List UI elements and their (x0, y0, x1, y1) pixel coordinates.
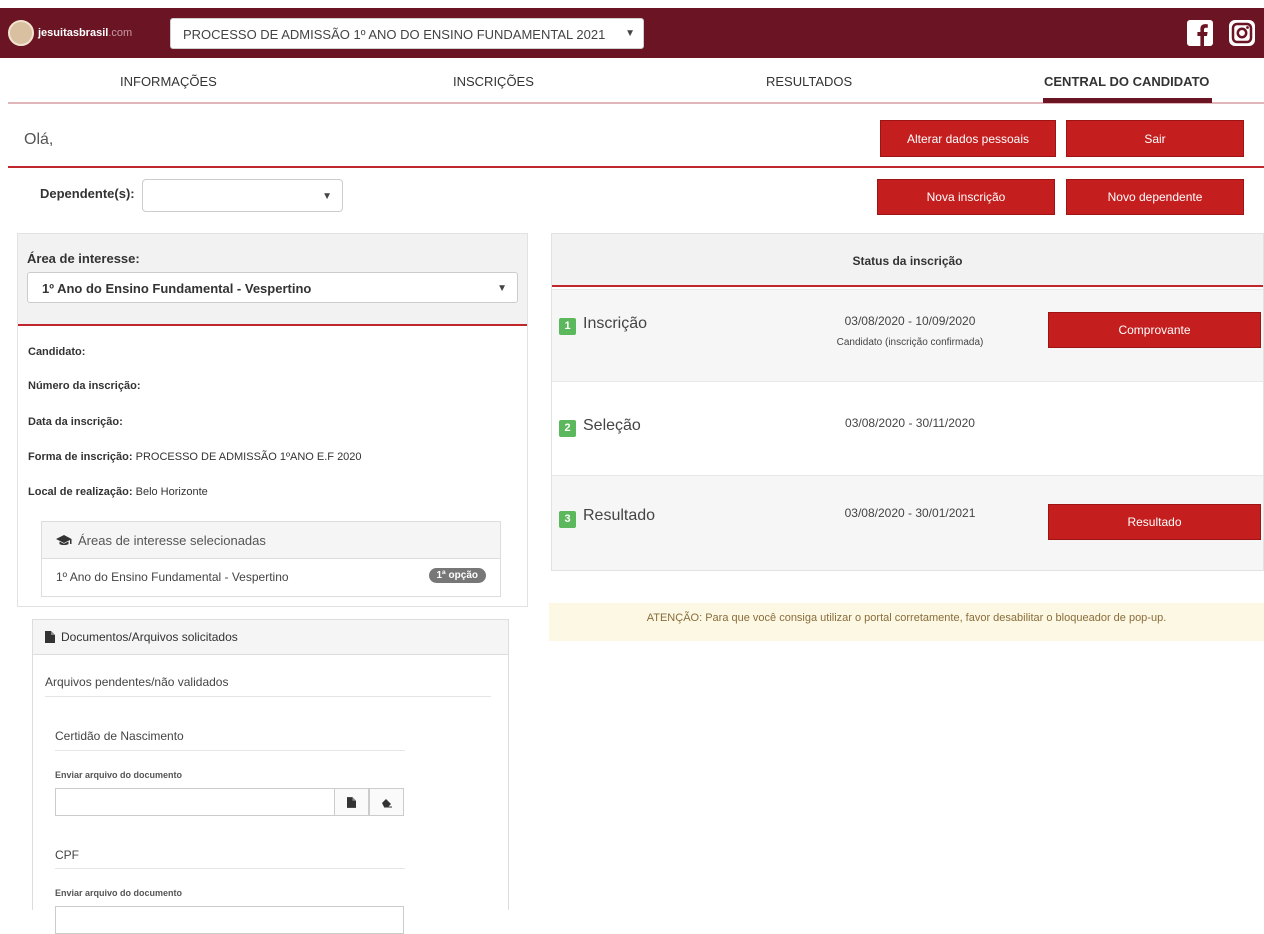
step-number-badge: 1 (559, 318, 576, 335)
eraser-icon (381, 798, 392, 807)
chevron-down-icon: ▼ (322, 191, 332, 202)
step-number-badge: 3 (559, 511, 576, 528)
documents-panel: Documentos/Arquivos solicitados Arquivos… (32, 619, 509, 934)
area-item-label: 1º Ano do Ensino Fundamental - Vespertin… (56, 570, 289, 584)
jesuit-seal-icon (8, 20, 34, 46)
document-file-input[interactable] (55, 906, 404, 934)
step-dates: 03/08/2020 - 10/09/2020 (844, 314, 976, 328)
area-header: Área de interesse: 1º Ano do Ensino Fund… (18, 234, 527, 326)
status-title: Status da inscrição (552, 234, 1263, 287)
nav-item-informacoes[interactable]: INFORMAÇÕES (120, 74, 217, 89)
step-dates: 03/08/2020 - 30/01/2021 (844, 506, 976, 520)
alterar-dados-button[interactable]: Alterar dados pessoais (880, 120, 1056, 157)
chevron-down-icon: ▼ (497, 283, 507, 294)
option-badge: 1ª opção (428, 568, 486, 583)
nav-item-inscricoes[interactable]: INSCRIÇÕES (453, 74, 534, 89)
divider (55, 750, 405, 751)
documents-subtitle: Arquivos pendentes/não validados (45, 675, 229, 689)
brand-domain: .com (108, 27, 133, 39)
document-name: Certidão de Nascimento (55, 729, 184, 743)
nova-inscricao-button[interactable]: Nova inscrição (877, 179, 1055, 215)
step-inscricao: 1 Inscrição 03/08/2020 - 10/09/2020 Cand… (552, 289, 1263, 381)
upload-label: Enviar arquivo do documento (55, 888, 183, 898)
brand-logo[interactable]: jesuitasbrasil.com (8, 16, 140, 50)
active-tab-indicator (1043, 98, 1212, 103)
file-icon (45, 631, 55, 643)
greeting: Olá, (24, 131, 54, 148)
document-name: CPF (55, 848, 79, 862)
chevron-down-icon: ▼ (625, 28, 635, 39)
dependentes-select[interactable]: ▼ (142, 179, 343, 212)
file-icon (347, 796, 356, 808)
documents-title: Documentos/Arquivos solicitados (61, 630, 238, 644)
divider (55, 868, 405, 869)
upload-label: Enviar arquivo do documento (55, 770, 183, 780)
area-select[interactable]: 1º Ano do Ensino Fundamental - Vespertin… (27, 272, 518, 303)
novo-dependente-button[interactable]: Novo dependente (1066, 179, 1244, 215)
info-candidato: Candidato: (28, 346, 86, 358)
nav-item-central-do-candidato[interactable]: CENTRAL DO CANDIDATO (1044, 74, 1209, 89)
info-data-inscricao: Data da inscrição: (28, 416, 123, 428)
area-select-value: 1º Ano do Ensino Fundamental - Vespertin… (42, 281, 312, 296)
step-status: Candidato (inscrição confirmada) (836, 337, 984, 348)
status-panel: Status da inscrição 1 Inscrição 03/08/20… (551, 233, 1264, 571)
clear-file-button[interactable] (369, 788, 404, 816)
areas-selecionadas-title: Áreas de interesse selecionadas (78, 532, 266, 548)
graduation-cap-icon (56, 535, 72, 546)
instagram-icon[interactable] (1228, 19, 1256, 47)
popup-blocker-alert: ATENÇÃO: Para que você consiga utilizar … (549, 603, 1264, 641)
dependentes-label: Dependente(s): (40, 186, 135, 201)
nav-item-resultados[interactable]: RESULTADOS (766, 74, 852, 89)
divider (8, 166, 1264, 168)
info-forma-inscricao: Forma de inscrição: PROCESSO DE ADMISSÃO… (28, 451, 362, 463)
areas-selecionadas-box: Áreas de interesse selecionadas 1º Ano d… (41, 521, 501, 597)
process-select-value: PROCESSO DE ADMISSÃO 1º ANO DO ENSINO FU… (183, 27, 606, 42)
list-item: 1º Ano do Ensino Fundamental - Vespertin… (42, 559, 500, 595)
area-label: Área de interesse: (27, 251, 140, 266)
browse-file-button[interactable] (334, 788, 369, 816)
info-local-realizacao: Local de realização: Belo Horizonte (28, 486, 208, 498)
step-title: Inscrição (583, 315, 648, 332)
divider (45, 696, 491, 697)
step-title: Resultado (583, 507, 656, 524)
step-resultado: 3 Resultado 03/08/2020 - 30/01/2021 Resu… (552, 475, 1263, 570)
sair-button[interactable]: Sair (1066, 120, 1244, 157)
comprovante-button[interactable]: Comprovante (1048, 312, 1261, 348)
step-title: Seleção (583, 417, 641, 434)
process-select[interactable]: PROCESSO DE ADMISSÃO 1º ANO DO ENSINO FU… (170, 18, 644, 49)
step-dates: 03/08/2020 - 30/11/2020 (845, 416, 975, 430)
main-nav: INFORMAÇÕES INSCRIÇÕES RESULTADOS CENTRA… (8, 58, 1264, 104)
step-selecao: 2 Seleção 03/08/2020 - 30/11/2020 (552, 381, 1263, 475)
brand-name: jesuitasbrasil (38, 27, 109, 39)
step-number-badge: 2 (559, 420, 576, 437)
candidate-panel: Área de interesse: 1º Ano do Ensino Fund… (17, 233, 528, 607)
facebook-icon[interactable] (1186, 19, 1214, 47)
info-numero-inscricao: Número da inscrição: (28, 380, 141, 392)
resultado-button[interactable]: Resultado (1048, 504, 1261, 540)
